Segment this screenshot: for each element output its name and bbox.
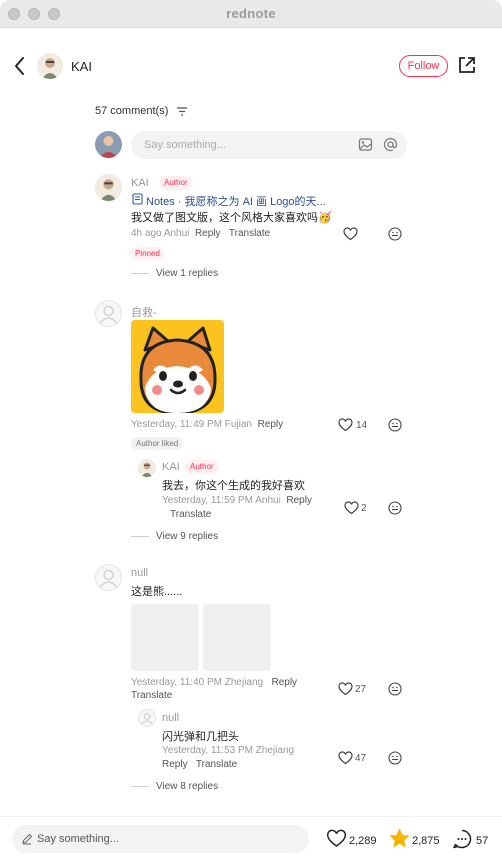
- bottom-input-placeholder: Say something...: [37, 833, 119, 845]
- reply-text: 我去，你这个生成的我好喜欢: [162, 480, 305, 492]
- comment-bubble-icon[interactable]: [452, 829, 472, 849]
- commenter-avatar[interactable]: [95, 300, 122, 327]
- comment-image[interactable]: [203, 604, 271, 671]
- comment-meta: 4h ago Anhui Reply Translate: [131, 228, 270, 239]
- emoji-reaction-icon[interactable]: [388, 227, 402, 241]
- reply-avatar[interactable]: [138, 709, 156, 727]
- app-window: rednote KAI Follow 57 comment(s) Say som…: [0, 0, 502, 859]
- comment-image[interactable]: [131, 604, 199, 671]
- comment-count: 57 comment(s): [95, 105, 169, 117]
- sort-icon[interactable]: [177, 107, 187, 116]
- bottom-comment-input[interactable]: Say something...: [12, 825, 309, 853]
- comment-input[interactable]: Say something...: [131, 131, 407, 159]
- reply-text: 闪光弹和几把头: [162, 731, 239, 743]
- like-note-icon[interactable]: [326, 829, 347, 848]
- title-bar: rednote: [0, 0, 502, 28]
- reply-avatar[interactable]: [138, 459, 156, 477]
- reply-time-location: Yesterday, 11:59 PM Anhui: [162, 495, 281, 506]
- back-arrow-icon[interactable]: [10, 54, 30, 78]
- comment-total: 57: [476, 835, 489, 847]
- comment-meta: Yesterday, 11:49 PM Fujian Reply: [131, 419, 283, 430]
- emoji-reaction-icon[interactable]: [388, 501, 402, 515]
- mention-icon[interactable]: [383, 137, 398, 152]
- window-title: rednote: [226, 6, 276, 21]
- like-icon[interactable]: [343, 227, 358, 241]
- image-icon[interactable]: [358, 137, 373, 152]
- reply-name[interactable]: KAI: [162, 461, 180, 473]
- view-replies-button[interactable]: View 9 replies: [131, 531, 218, 542]
- reply-button[interactable]: Reply: [286, 495, 312, 506]
- commenter-name[interactable]: null: [131, 567, 148, 579]
- like-count: 14: [356, 420, 368, 431]
- author-badge: Author: [159, 176, 193, 190]
- author-liked-badge: Author liked: [131, 437, 184, 450]
- like-count: 2: [361, 503, 367, 514]
- like-count: 27: [355, 684, 367, 695]
- like-total: 2,289: [349, 835, 377, 847]
- view-replies-button[interactable]: View 8 replies: [131, 781, 218, 792]
- reply-time-location: Yesterday, 11:53 PM Zhejiang: [162, 745, 295, 756]
- comment-time-location: Yesterday, 11:49 PM Fujian: [131, 419, 252, 430]
- reply-button[interactable]: Reply: [162, 759, 188, 770]
- emoji-reaction-icon[interactable]: [388, 418, 402, 432]
- comment-text: 这是熊......: [131, 586, 183, 598]
- reply-actions: Reply Translate: [162, 759, 237, 770]
- pencil-icon: [22, 833, 33, 845]
- comment-time-location: 4h ago Anhui: [131, 228, 190, 239]
- shiba-sticker-icon: [139, 326, 217, 413]
- pinned-badge: Pinned: [131, 247, 164, 260]
- like-count: 47: [355, 753, 367, 764]
- emoji-reaction-icon[interactable]: [388, 751, 402, 765]
- commenter-name[interactable]: 自救-: [131, 304, 157, 320]
- author-badge: Author: [185, 460, 219, 474]
- share-icon[interactable]: [457, 55, 477, 75]
- comment-time-location: Yesterday, 11:40 PM Zhejiang: [131, 677, 264, 688]
- view-replies-button[interactable]: View 1 replies: [131, 268, 218, 279]
- commenter-avatar[interactable]: [95, 174, 122, 201]
- current-user-avatar: [95, 131, 122, 158]
- like-icon[interactable]: [338, 682, 353, 696]
- comment-input-placeholder: Say something...: [144, 139, 226, 151]
- translate-button[interactable]: Translate: [170, 509, 211, 520]
- reply-meta: Yesterday, 11:59 PM Anhui Reply: [162, 495, 312, 506]
- comment-image-doge[interactable]: [131, 320, 224, 413]
- note-icon: [132, 193, 143, 205]
- follow-button[interactable]: Follow: [399, 55, 448, 77]
- reply-button[interactable]: Reply: [258, 419, 284, 430]
- reply-name[interactable]: null: [162, 712, 179, 724]
- commenter-name[interactable]: KAI: [131, 177, 149, 189]
- star-icon[interactable]: [389, 828, 410, 849]
- note-header: KAI Follow: [0, 28, 502, 104]
- translate-button[interactable]: Translate: [131, 690, 172, 701]
- like-icon[interactable]: [338, 751, 353, 765]
- emoji-reaction-icon[interactable]: [388, 682, 402, 696]
- comment-text: 我又做了图文版，这个风格大家喜欢吗🥳: [131, 212, 332, 224]
- translate-button[interactable]: Translate: [229, 228, 270, 239]
- like-icon[interactable]: [338, 418, 353, 432]
- bottom-action-bar: Say something... 2,289 2,875 57: [0, 816, 502, 859]
- reply-button[interactable]: Reply: [195, 228, 221, 239]
- translate-button[interactable]: Translate: [196, 759, 237, 770]
- author-name[interactable]: KAI: [71, 59, 92, 74]
- reply-button[interactable]: Reply: [271, 677, 297, 688]
- author-avatar[interactable]: [37, 53, 63, 79]
- note-link[interactable]: Notes · 我愿称之为 AI 画 Logo的天...: [146, 193, 326, 209]
- commenter-avatar[interactable]: [95, 564, 122, 591]
- like-icon[interactable]: [344, 501, 359, 515]
- star-total: 2,875: [412, 835, 440, 847]
- comment-meta: Yesterday, 11:40 PM Zhejiang Reply: [131, 677, 297, 688]
